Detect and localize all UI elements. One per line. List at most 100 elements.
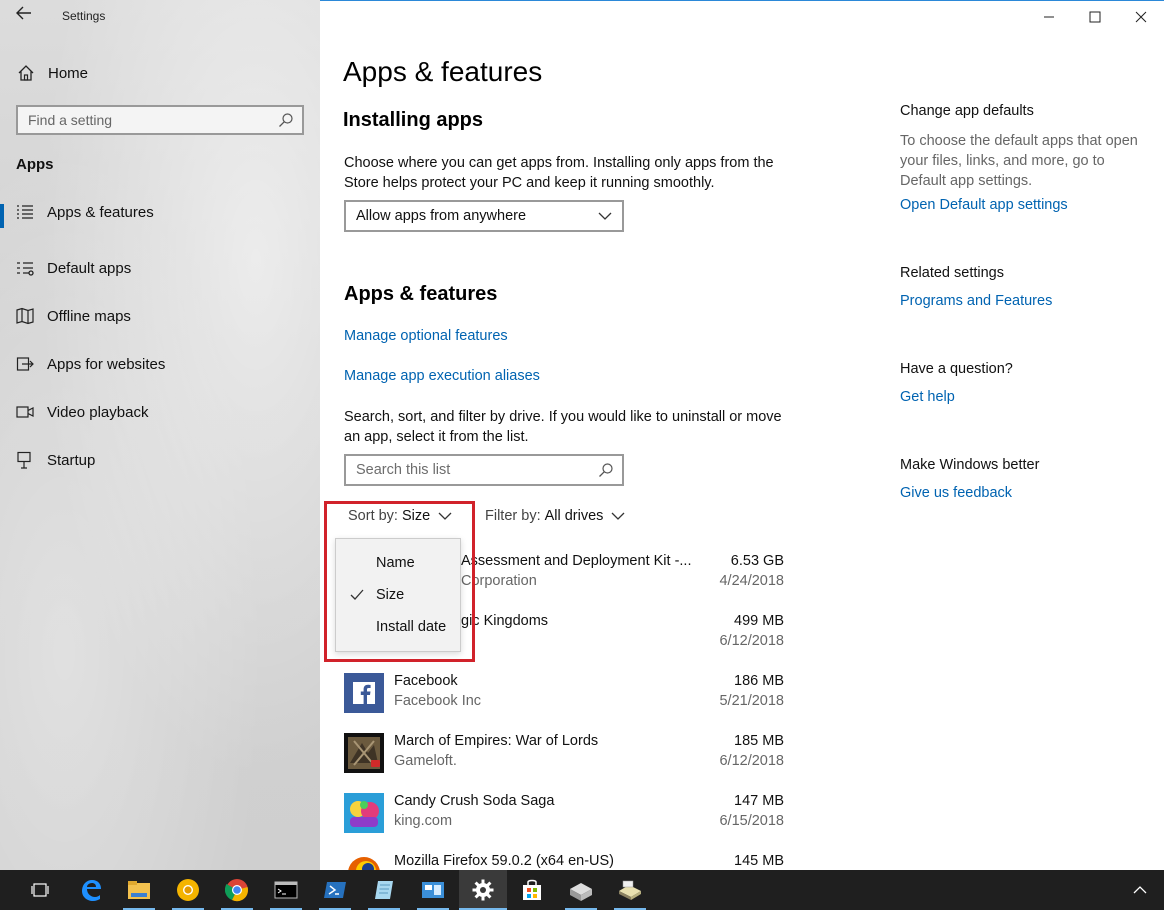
video-icon <box>16 406 34 418</box>
sidebar-item-label: Video playback <box>47 403 149 421</box>
sidebar-item-default-apps[interactable]: Default apps <box>0 244 320 292</box>
chrome-icon <box>225 879 248 902</box>
installer-icon <box>570 883 592 901</box>
store-button[interactable] <box>508 870 556 910</box>
maximize-button[interactable] <box>1072 4 1118 30</box>
sort-option-install-date[interactable]: Install date <box>376 619 446 635</box>
search-list-input[interactable] <box>346 456 586 484</box>
sort-menu: Name Size Install date <box>335 538 461 652</box>
apps-features-heading: Apps & features <box>344 283 498 305</box>
task-view-icon <box>31 883 49 897</box>
sidebar-home-label: Home <box>48 64 89 82</box>
app-list-item[interactable]: Candy Crush Soda Saga king.com 147 MB 6/… <box>344 793 784 853</box>
app-size: 145 MB <box>734 853 784 869</box>
file-explorer-icon <box>128 881 150 899</box>
notepad-button[interactable] <box>360 870 408 910</box>
app-name: Facebook <box>394 673 458 689</box>
store-icon <box>523 879 541 900</box>
find-setting-input[interactable] <box>18 107 258 133</box>
settings-button[interactable] <box>459 870 507 910</box>
chevron-down-icon <box>598 212 612 220</box>
sidebar-item-label: Default apps <box>47 259 132 277</box>
chrome-button[interactable] <box>213 870 261 910</box>
list-icon <box>17 205 33 219</box>
app-size: 6.53 GB <box>730 553 784 569</box>
command-prompt-button[interactable] <box>262 870 310 910</box>
task-view-button[interactable] <box>16 870 64 910</box>
edge-button[interactable] <box>67 870 115 910</box>
change-app-defaults-heading: Change app defaults <box>900 103 1034 119</box>
sidebar-item-apps-features[interactable]: Apps & features <box>0 196 320 228</box>
sidebar-item-label: Startup <box>47 451 96 469</box>
filter-by-label: Filter by: <box>485 508 541 524</box>
app-name: gic Kingdoms <box>461 613 549 629</box>
search-list-box[interactable] <box>344 454 624 486</box>
app-name: Candy Crush Soda Saga <box>394 793 555 809</box>
control-panel-icon <box>422 882 444 898</box>
app-name: Assessment and Deployment Kit -... <box>461 553 692 569</box>
manage-optional-features-link[interactable]: Manage optional features <box>344 328 508 344</box>
link-window-icon <box>16 357 34 371</box>
open-default-app-settings-link[interactable]: Open Default app settings <box>900 197 1068 213</box>
chevron-up-icon <box>1133 886 1147 894</box>
sort-option-name[interactable]: Name <box>376 555 415 571</box>
app-install-date: 5/21/2018 <box>719 693 784 709</box>
sort-by-value: Size <box>401 508 431 524</box>
sidebar-home[interactable]: Home <box>16 62 88 84</box>
app-name: Mozilla Firefox 59.0.2 (x64 en-US) <box>394 853 614 869</box>
sidebar-item-label: Apps & features <box>47 203 154 221</box>
search-icon[interactable] <box>598 462 614 478</box>
sidebar-section-title: Apps <box>16 156 54 173</box>
installing-apps-heading: Installing apps <box>343 109 484 131</box>
candy-crush-icon <box>344 793 384 833</box>
window-top-border <box>320 0 1164 1</box>
control-panel-button[interactable] <box>409 870 457 910</box>
edge-icon <box>82 880 101 901</box>
sidebar-item-startup[interactable]: Startup <box>0 436 320 484</box>
powershell-button[interactable] <box>311 870 359 910</box>
search-icon[interactable] <box>278 112 294 128</box>
chrome-canary-button[interactable] <box>164 870 212 910</box>
filter-by-dropdown[interactable]: Filter by: All drives <box>485 508 625 524</box>
app-install-date: 6/15/2018 <box>719 813 784 829</box>
sidebar-item-apps-websites[interactable]: Apps for websites <box>0 340 320 388</box>
app-list-item[interactable]: Mozilla Firefox 59.0.2 (x64 en-US) 145 M… <box>344 853 784 870</box>
chevron-down-icon <box>438 512 452 520</box>
app-name: March of Empires: War of Lords <box>394 733 599 749</box>
get-help-link[interactable]: Get help <box>900 389 955 405</box>
install-source-value: Allow apps from anywhere <box>356 208 527 224</box>
app-list-item[interactable]: March of Empires: War of Lords Gameloft.… <box>344 733 784 793</box>
disk-tool-button[interactable] <box>606 870 654 910</box>
sidebar-item-offline-maps[interactable]: Offline maps <box>0 292 320 340</box>
give-us-feedback-link[interactable]: Give us feedback <box>900 485 1012 501</box>
close-button[interactable] <box>1118 4 1164 30</box>
checkmark-icon <box>350 589 364 600</box>
back-arrow-icon[interactable] <box>14 6 34 26</box>
manage-execution-aliases-link[interactable]: Manage app execution aliases <box>344 368 540 384</box>
sort-by-dropdown[interactable]: Sort by: Size <box>348 508 452 524</box>
find-setting-search[interactable] <box>16 105 304 135</box>
command-prompt-icon <box>274 881 298 899</box>
app-size: 499 MB <box>734 613 784 629</box>
sidebar-item-label: Offline maps <box>47 307 131 325</box>
install-source-dropdown[interactable]: Allow apps from anywhere <box>344 200 624 232</box>
minimize-button[interactable] <box>1026 4 1072 30</box>
sidebar-nav: Apps & features Default apps Offline map… <box>0 196 320 484</box>
page-title: Apps & features <box>343 56 543 87</box>
chrome-canary-icon <box>177 879 199 901</box>
sidebar-item-video-playback[interactable]: Video playback <box>0 388 320 436</box>
installer-button[interactable] <box>557 870 605 910</box>
file-explorer-button[interactable] <box>115 870 163 910</box>
app-publisher: Facebook Inc <box>394 693 482 709</box>
facebook-icon <box>344 673 384 713</box>
show-hidden-icons-button[interactable] <box>1116 870 1164 910</box>
app-list-item[interactable]: Facebook Facebook Inc 186 MB 5/21/2018 <box>344 673 784 733</box>
map-icon <box>16 307 34 325</box>
powershell-icon <box>324 882 346 898</box>
make-windows-better-heading: Make Windows better <box>900 457 1040 473</box>
programs-and-features-link[interactable]: Programs and Features <box>900 293 1052 309</box>
sort-option-size[interactable]: Size <box>376 587 404 603</box>
settings-icon <box>472 879 494 901</box>
minimize-icon <box>1044 16 1054 18</box>
march-of-empires-icon <box>344 733 384 773</box>
